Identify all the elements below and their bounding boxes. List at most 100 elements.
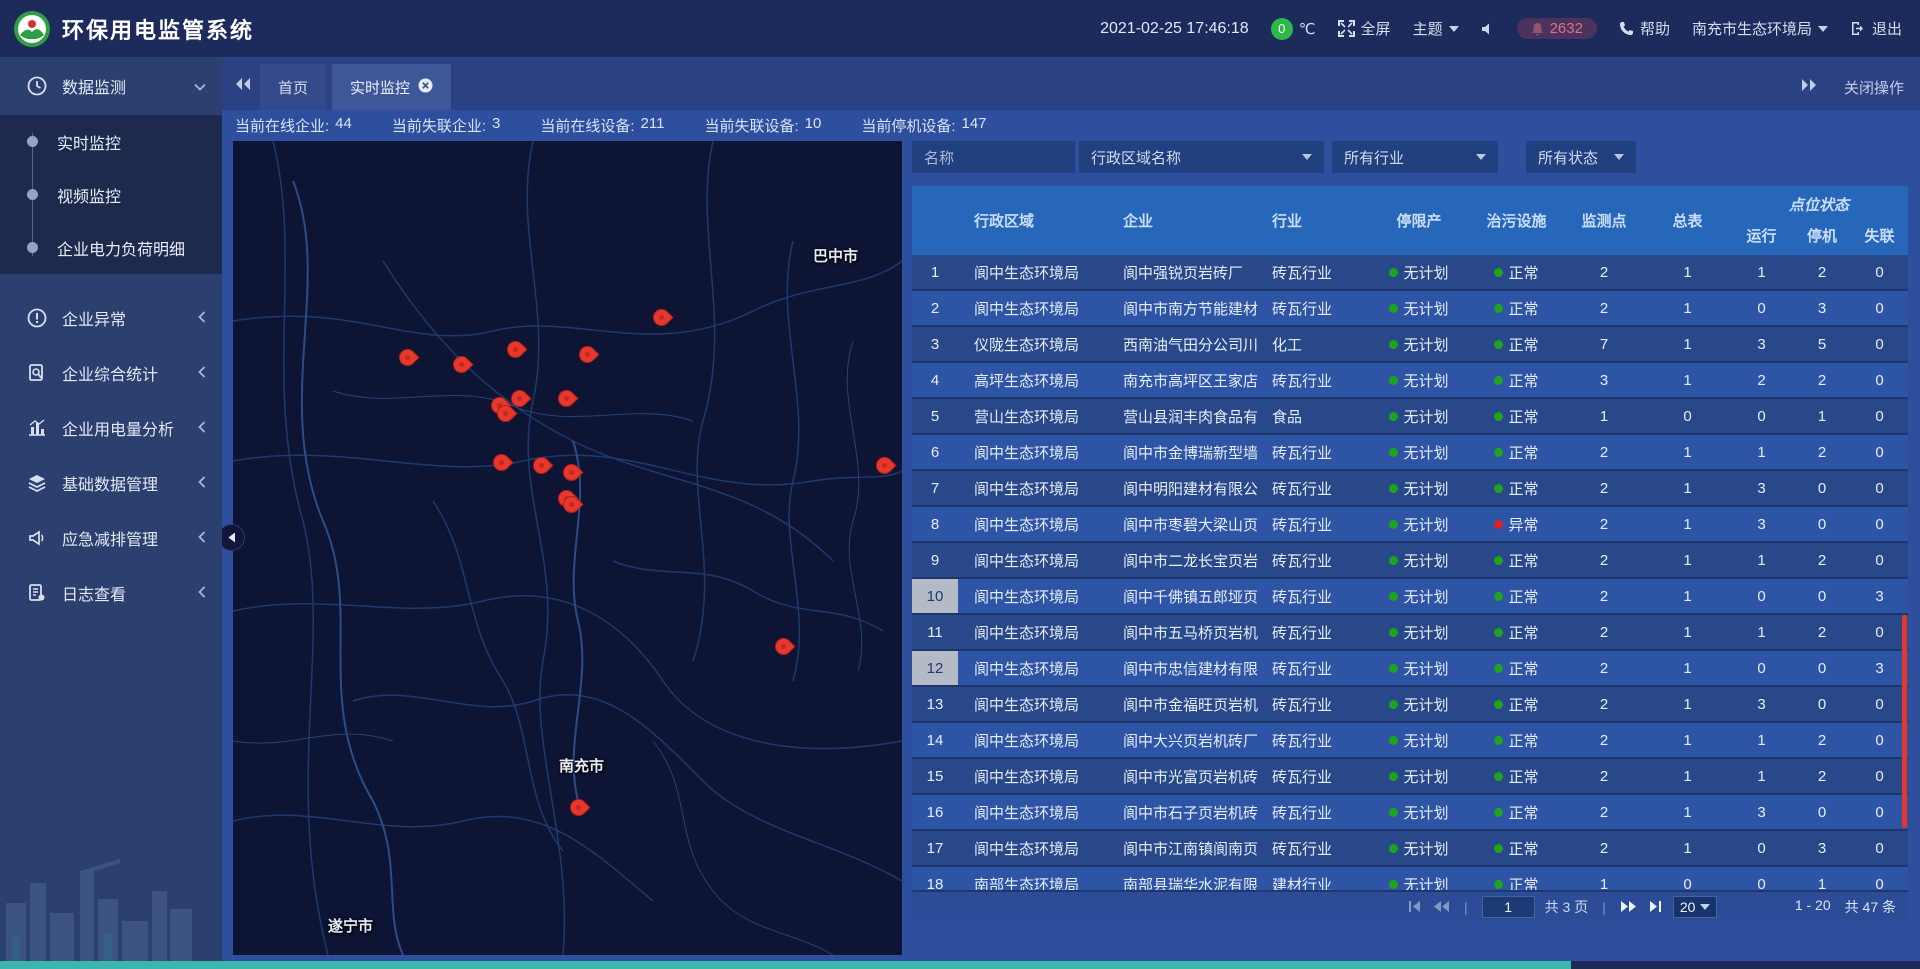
- tab-home[interactable]: 首页: [260, 64, 326, 110]
- status-text: 无计划: [1403, 442, 1448, 463]
- normal-dot-icon: [1389, 844, 1398, 853]
- industry-cell: 砖瓦行业: [1258, 435, 1368, 469]
- table-row[interactable]: 10阆中生态环境局阆中千佛镇五郎垭页岩砖瓦行业无计划正常21003: [912, 579, 1908, 615]
- stat-value: 211: [641, 115, 665, 136]
- sidebar-item-log-view[interactable]: 日志查看: [0, 565, 222, 620]
- industry-select[interactable]: 所有行业: [1332, 141, 1498, 173]
- table-row[interactable]: 5营山生态环境局营山县润丰肉食品有限食品无计划正常10010: [912, 399, 1908, 435]
- chevron-left-icon: [198, 310, 206, 326]
- table-row[interactable]: 13阆中生态环境局阆中市金福旺页岩机砖砖瓦行业无计划正常21300: [912, 687, 1908, 723]
- table-row[interactable]: 7阆中生态环境局阆中明阳建材有限公司砖瓦行业无计划正常21300: [912, 471, 1908, 507]
- close-operations-button[interactable]: 关闭操作: [1844, 77, 1904, 98]
- notification-badge[interactable]: 2632: [1517, 18, 1597, 39]
- prev-page-button[interactable]: [1433, 900, 1450, 913]
- table-row[interactable]: 15阆中生态环境局阆中市光富页岩机砖厂砖瓦行业无计划正常21120: [912, 759, 1908, 795]
- status-text: 无计划: [1403, 802, 1448, 823]
- normal-dot-icon: [1494, 880, 1503, 889]
- number-cell: 2: [1563, 795, 1645, 829]
- sidebar-item-enterprise-abnormal[interactable]: 企业异常: [0, 290, 222, 345]
- status-cell: 正常: [1470, 795, 1563, 829]
- industry-cell: 食品: [1258, 399, 1368, 433]
- row-index-cell: 6: [912, 435, 958, 469]
- normal-dot-icon: [1389, 736, 1398, 745]
- chevron-left-icon: [198, 420, 206, 436]
- sidebar-item-power-analysis[interactable]: 企业用电量分析: [0, 400, 222, 455]
- sound-mute-button[interactable]: [1481, 22, 1495, 36]
- org-dropdown[interactable]: 南充市生态环境局: [1692, 18, 1828, 39]
- tab-realtime[interactable]: 实时监控: [332, 64, 451, 110]
- logout-button[interactable]: 退出: [1850, 18, 1902, 39]
- table-row[interactable]: 12阆中生态环境局阆中市忠信建材有限公砖瓦行业无计划正常21003: [912, 651, 1908, 687]
- map-panel[interactable]: 巴中市南充市遂宁市: [233, 141, 902, 955]
- number-cell: 2: [1793, 615, 1851, 649]
- sidebar-item-video-monitor[interactable]: 视频监控: [0, 168, 222, 221]
- first-page-button[interactable]: [1407, 900, 1423, 913]
- number-cell: 1: [1645, 723, 1730, 757]
- number-cell: 2: [1563, 831, 1645, 865]
- prev-page-icon: [1433, 900, 1450, 913]
- status-text: 无计划: [1403, 694, 1448, 715]
- number-cell: 1: [1730, 255, 1793, 289]
- chevron-down-icon: [194, 78, 206, 94]
- tab-close-icon[interactable]: [418, 78, 433, 97]
- sidebar-item-power-load-detail[interactable]: 企业电力负荷明细: [0, 221, 222, 274]
- table-row[interactable]: 2阆中生态环境局阆中市南方节能建材有砖瓦行业无计划正常21030: [912, 291, 1908, 327]
- table-row[interactable]: 8阆中生态环境局阆中市枣碧大梁山页岩砖瓦行业无计划异常21300: [912, 507, 1908, 543]
- number-cell: 3: [1851, 579, 1908, 613]
- help-button[interactable]: 帮助: [1619, 18, 1670, 39]
- number-cell: 2: [1563, 651, 1645, 685]
- region-cell: 阆中生态环境局: [958, 291, 1108, 325]
- sidebar-item-emergency-reduction[interactable]: 应急减排管理: [0, 510, 222, 565]
- sidebar-item-realtime-monitor[interactable]: 实时监控: [0, 115, 222, 168]
- sidebar-item-label: 基础数据管理: [62, 471, 198, 495]
- page-number-input[interactable]: 1: [1482, 896, 1535, 918]
- fullscreen-button[interactable]: 全屏: [1338, 18, 1391, 39]
- tab-label: 实时监控: [350, 77, 410, 98]
- sidebar-item-enterprise-stats[interactable]: 企业综合统计: [0, 345, 222, 400]
- table-row[interactable]: 1阆中生态环境局阆中强锐页岩砖厂砖瓦行业无计划正常21120: [912, 255, 1908, 291]
- table-row[interactable]: 4高坪生态环境局南充市高坪区王家店建砖瓦行业无计划正常31220: [912, 363, 1908, 399]
- tabs-scroll-right-button[interactable]: [1800, 78, 1818, 96]
- table-row[interactable]: 9阆中生态环境局阆中市二龙长宝页岩砖砖瓦行业无计划正常21120: [912, 543, 1908, 579]
- tabs-scroll-left-button[interactable]: [234, 64, 252, 104]
- number-cell: 3: [1730, 507, 1793, 541]
- number-cell: 0: [1793, 651, 1851, 685]
- region-cell: 阆中生态环境局: [958, 471, 1108, 505]
- next-page-button[interactable]: [1620, 900, 1637, 913]
- table-row[interactable]: 11阆中生态环境局阆中市五马桥页岩机砖砖瓦行业无计划正常21120: [912, 615, 1908, 651]
- chevron-down-icon: [1700, 904, 1710, 910]
- status-select[interactable]: 所有状态: [1526, 141, 1636, 173]
- table-scrollbar-thumb[interactable]: [1902, 615, 1907, 828]
- number-cell: 0: [1851, 255, 1908, 289]
- company-cell: 阆中市金博瑞新型墙材: [1108, 435, 1258, 469]
- region-select[interactable]: 行政区域名称: [1079, 141, 1324, 173]
- normal-dot-icon: [1494, 484, 1503, 493]
- table-row[interactable]: 3仪陇生态环境局西南油气田分公司川中化工无计划正常71350: [912, 327, 1908, 363]
- panel-collapse-button[interactable]: [218, 524, 245, 551]
- company-cell: 南充市高坪区王家店建: [1108, 363, 1258, 397]
- total-pages-label: 共 3 页: [1545, 897, 1589, 917]
- name-search-input[interactable]: 名称: [912, 141, 1075, 173]
- sidebar-item-data-monitor[interactable]: 数据监测: [0, 57, 222, 115]
- last-page-button[interactable]: [1647, 900, 1663, 913]
- table-row[interactable]: 17阆中生态环境局阆中市江南镇阆南页岩砖瓦行业无计划正常21030: [912, 831, 1908, 867]
- sidebar-item-base-data[interactable]: 基础数据管理: [0, 455, 222, 510]
- number-cell: 0: [1851, 399, 1908, 433]
- number-cell: 0: [1851, 687, 1908, 721]
- number-cell: 2: [1793, 435, 1851, 469]
- sidebar-item-label: 企业综合统计: [62, 361, 198, 385]
- table-row[interactable]: 14阆中生态环境局阆中大兴页岩机砖厂砖瓦行业无计划正常21120: [912, 723, 1908, 759]
- theme-dropdown[interactable]: 主题: [1413, 18, 1459, 39]
- region-cell: 阆中生态环境局: [958, 435, 1108, 469]
- table-row[interactable]: 16阆中生态环境局阆中市石子页岩机砖厂砖瓦行业无计划正常21300: [912, 795, 1908, 831]
- industry-cell: 砖瓦行业: [1258, 543, 1368, 577]
- table-row[interactable]: 18南部生态环境局南部县瑞华水泥有限公建材行业无计划正常10010: [912, 867, 1908, 890]
- submenu-dot-icon: [27, 242, 38, 253]
- map-city-label: 南充市: [559, 755, 604, 776]
- table-row[interactable]: 6阆中生态环境局阆中市金博瑞新型墙材砖瓦行业无计划正常21120: [912, 435, 1908, 471]
- normal-dot-icon: [1389, 628, 1398, 637]
- number-cell: 0: [1793, 795, 1851, 829]
- page-size-select[interactable]: 20: [1673, 896, 1718, 918]
- submenu-dot-icon: [27, 136, 38, 147]
- number-cell: 0: [1851, 831, 1908, 865]
